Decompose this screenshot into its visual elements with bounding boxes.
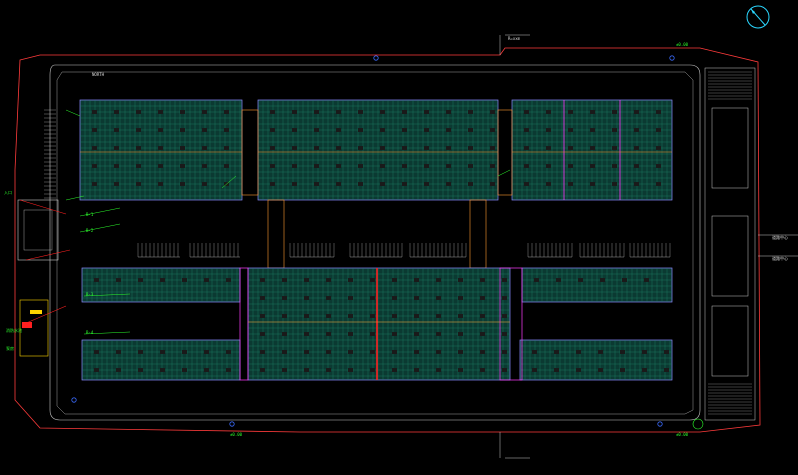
building-mid-left [81,267,241,303]
corridor-left [267,199,285,269]
leader-4 [83,331,131,335]
gate-marker-1 [373,55,379,61]
bottom-right-marker [692,418,704,430]
parking-3 [289,243,335,257]
top-entrance-ticks [499,34,530,55]
service-strip [704,67,756,421]
link-top-2 [497,109,513,196]
corridor-right [469,199,487,269]
service-room-3 [711,305,749,377]
parking-5 [409,243,467,257]
link-top-1 [241,109,259,196]
leader-2 [79,223,121,233]
link-bottom-left [239,267,249,381]
building-central [247,267,511,381]
gatehouse-inner [23,209,53,251]
leader-8 [497,169,511,177]
red-leader-1 [19,199,67,215]
bottom-entrance-ticks [499,432,530,459]
leader-1 [79,207,121,217]
parking-8 [629,243,671,257]
red-leader-3 [23,305,67,325]
gate-marker-5 [71,397,77,403]
service-room-1 [711,107,749,189]
leader-5 [65,109,81,117]
parking-7 [579,243,625,257]
parking-2 [189,243,239,257]
parking-4 [349,243,403,257]
service-room-2 [711,215,749,297]
red-leader-2 [25,249,71,261]
parking-1 [137,243,179,257]
service-hatch [708,71,752,415]
legend-yellow-swatch [30,310,42,314]
parking-6 [527,243,573,257]
right-entrance-ticks [758,234,798,257]
site-plan-drawing [14,34,798,459]
gate-marker-3 [229,421,235,427]
gate-marker-4 [657,421,663,427]
gate-marker-2 [669,55,675,61]
